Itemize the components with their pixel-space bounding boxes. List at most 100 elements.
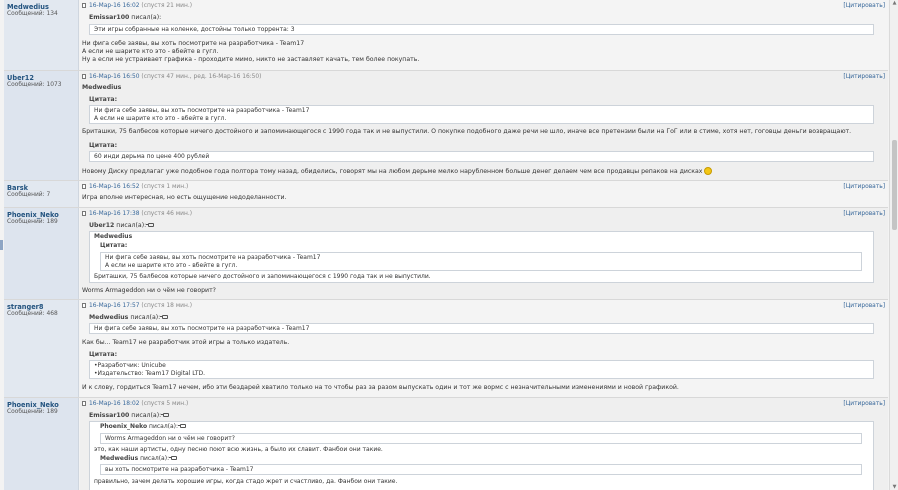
post-header: 16-Мар-16 16:52 (спустя 1 мин.) [Цитиров… — [82, 183, 885, 192]
post-link-icon[interactable] — [82, 303, 86, 308]
quote-attribution: Medwedius писал(а): — [89, 314, 169, 322]
quote-author[interactable]: Uber12 — [89, 222, 114, 229]
page-edge-marker — [0, 240, 3, 250]
post-author-name[interactable]: stranger8 — [7, 303, 44, 311]
post-author-count: Сообщений: 189 — [7, 219, 58, 225]
post-text-line: Новому Диску предлагаг уже подобное года… — [82, 167, 713, 176]
quote-label: Цитата: — [89, 96, 118, 103]
post-author-panel: stranger8 Сообщений: 468 — [4, 300, 79, 397]
quote-line: 60 инди дерьма по цене 400 рублей — [94, 153, 210, 160]
forum-post: Phoenix_Neko Сообщений: 189 16-Мар-16 18… — [4, 398, 888, 490]
quote-said: писал(а): — [140, 455, 170, 462]
post-header: 16-Мар-16 17:38 (спустя 46 мин.) [Цитиро… — [82, 210, 885, 219]
post-link-icon[interactable] — [82, 401, 86, 406]
quote-attribution: Emissar100 писал(а): — [89, 412, 170, 420]
post-body: 16-Мар-16 16:02 (спустя 21 мин.) [Цитиро… — [80, 0, 888, 70]
forum-post: Phoenix_Neko Сообщений: 189 16-Мар-16 17… — [4, 208, 888, 300]
scroll-up-icon[interactable]: ▲ — [891, 0, 898, 6]
post-date[interactable]: 16-Мар-16 16:52 — [89, 184, 140, 190]
post-date[interactable]: 16-Мар-16 18:02 — [89, 401, 140, 407]
quote-said: писал(а): — [130, 314, 161, 321]
goto-quote-icon[interactable] — [146, 223, 155, 227]
quote-author[interactable]: Phoenix_Neko — [100, 423, 147, 430]
quote-said: писал(а): — [149, 423, 179, 430]
post-author-count: Сообщений: 468 — [7, 311, 58, 317]
post-body: 16-Мар-16 17:38 (спустя 46 мин.) [Цитиро… — [80, 208, 888, 299]
post-header: 16-Мар-16 16:02 (спустя 21 мин.) [Цитиро… — [82, 2, 885, 11]
post-author-panel: Phoenix_Neko Сообщений: 189 — [4, 398, 79, 490]
quote-box: •Разработчик: Unicube •Издательство: Tea… — [89, 360, 874, 379]
quote-line: А если не шарите кто это - вбейте в гугл… — [94, 115, 227, 122]
quote-line: Ни фига себе заявы, вы хоть посмотрите н… — [94, 107, 310, 114]
post-header: 16-Мар-16 16:50 (спустя 47 мин., ред. 16… — [82, 73, 885, 82]
post-body: 16-Мар-16 16:50 (спустя 47 мин., ред. 16… — [80, 71, 888, 180]
quote-line: Ни фига себе заявы, вы хоть посмотрите н… — [94, 325, 310, 332]
post-text-line: Ну а если не устраивает графика - проход… — [82, 56, 420, 63]
post-meta: (спустя 21 мин.) — [141, 3, 193, 9]
quote-line: А если не шарите кто это - вбейте в гугл… — [105, 262, 238, 269]
post-author-panel: Phoenix_Neko Сообщений: 189 — [4, 208, 79, 299]
vertical-scrollbar[interactable]: ▲ ▼ — [889, 0, 898, 490]
quote-attribution: Uber12 писал(а): — [89, 222, 155, 230]
post-date[interactable]: 16-Мар-16 16:50 — [89, 74, 140, 80]
quote-said: писал(а): — [131, 412, 162, 419]
post-meta: (спустя 5 мин.) — [141, 401, 189, 407]
addressee-name: Medwedius — [82, 84, 122, 91]
quote-button[interactable]: [Цитировать] — [843, 2, 885, 11]
post-author-count: Сообщений: 134 — [7, 11, 58, 17]
post-author-name[interactable]: Barsk — [7, 184, 28, 192]
post-meta: (спустя 1 мин.) — [141, 184, 189, 190]
post-body: 16-Мар-16 16:52 (спустя 1 мин.) [Цитиров… — [80, 181, 888, 207]
quote-box: Medwedius Цитата: Ни фига себе заявы, вы… — [89, 231, 874, 283]
quote-button[interactable]: [Цитировать] — [843, 183, 885, 192]
quote-box: Ни фига себе заявы, вы хоть посмотрите н… — [89, 105, 874, 124]
post-date[interactable]: 16-Мар-16 16:02 — [89, 3, 140, 9]
addressee-name: Medwedius — [94, 233, 133, 240]
post-header: 16-Мар-16 18:02 (спустя 5 мин.) [Цитиров… — [82, 400, 885, 409]
post-author-name[interactable]: Uber12 — [7, 74, 34, 82]
post-date[interactable]: 16-Мар-16 17:57 — [89, 303, 140, 309]
quote-button[interactable]: [Цитировать] — [843, 400, 885, 409]
quote-label: Цитата: — [89, 351, 118, 358]
post-meta: (спустя 47 мин., ред. 16-Мар-16 16:50) — [141, 74, 262, 80]
quote-label: Цитата: — [100, 242, 128, 249]
quote-line: •Издательство: Team17 Digital LTD. — [94, 370, 206, 377]
post-link-icon[interactable] — [82, 184, 86, 189]
quote-author[interactable]: Emissar100 — [89, 14, 129, 21]
nested-quote-box: Worms Armageddon ни о чём не говорит? — [100, 433, 862, 444]
post-meta: (спустя 18 мин.) — [141, 303, 193, 309]
goto-quote-icon[interactable] — [178, 424, 187, 428]
quote-author[interactable]: Medwedius — [100, 455, 138, 462]
post-author-name[interactable]: Medwedius — [7, 3, 49, 11]
post-body: 16-Мар-16 17:57 (спустя 18 мин.) [Цитиро… — [80, 300, 888, 397]
post-text-line: Как бы... Team17 не разработчик этой игр… — [82, 339, 290, 346]
post-header: 16-Мар-16 17:57 (спустя 18 мин.) [Цитиро… — [82, 302, 885, 311]
scroll-down-icon[interactable]: ▼ — [891, 484, 898, 490]
quote-button[interactable]: [Цитировать] — [843, 73, 885, 82]
quote-button[interactable]: [Цитировать] — [843, 302, 885, 311]
post-date[interactable]: 16-Мар-16 17:38 — [89, 211, 140, 217]
post-link-icon[interactable] — [82, 3, 86, 8]
quote-said: писал(а): — [116, 222, 147, 229]
scrollbar-thumb[interactable] — [892, 140, 897, 230]
post-link-icon[interactable] — [82, 211, 86, 216]
smiley-icon — [704, 167, 713, 175]
goto-quote-icon[interactable] — [161, 413, 170, 417]
quote-box: Ни фига себе заявы, вы хоть посмотрите н… — [89, 323, 874, 334]
post-author-count: Сообщений: 189 — [7, 409, 58, 415]
post-author-name[interactable]: Phoenix_Neko — [7, 211, 59, 219]
quote-author[interactable]: Medwedius — [89, 314, 128, 321]
forum-post: Medwedius Сообщений: 134 16-Мар-16 16:02… — [4, 0, 888, 71]
quote-attribution: Phoenix_Neko писал(а): — [100, 423, 187, 431]
quote-button[interactable]: [Цитировать] — [843, 210, 885, 219]
post-text-line: И к слову, гордиться Team17 нечем, ибо э… — [82, 384, 679, 391]
quote-author[interactable]: Emissar100 — [89, 412, 129, 419]
nested-quote-box: Ни фига себе заявы, вы хоть посмотрите н… — [100, 252, 862, 271]
quote-box: 60 инди дерьма по цене 400 рублей — [89, 151, 874, 162]
quote-line: Бриташки, 75 балбесов которые ничего дос… — [94, 273, 431, 280]
goto-quote-icon[interactable] — [160, 315, 169, 319]
post-link-icon[interactable] — [82, 74, 86, 79]
quote-line: вы хоть посмотрите на разработчика - Tea… — [105, 466, 254, 473]
post-author-name[interactable]: Phoenix_Neko — [7, 401, 59, 409]
goto-quote-icon[interactable] — [169, 456, 178, 460]
